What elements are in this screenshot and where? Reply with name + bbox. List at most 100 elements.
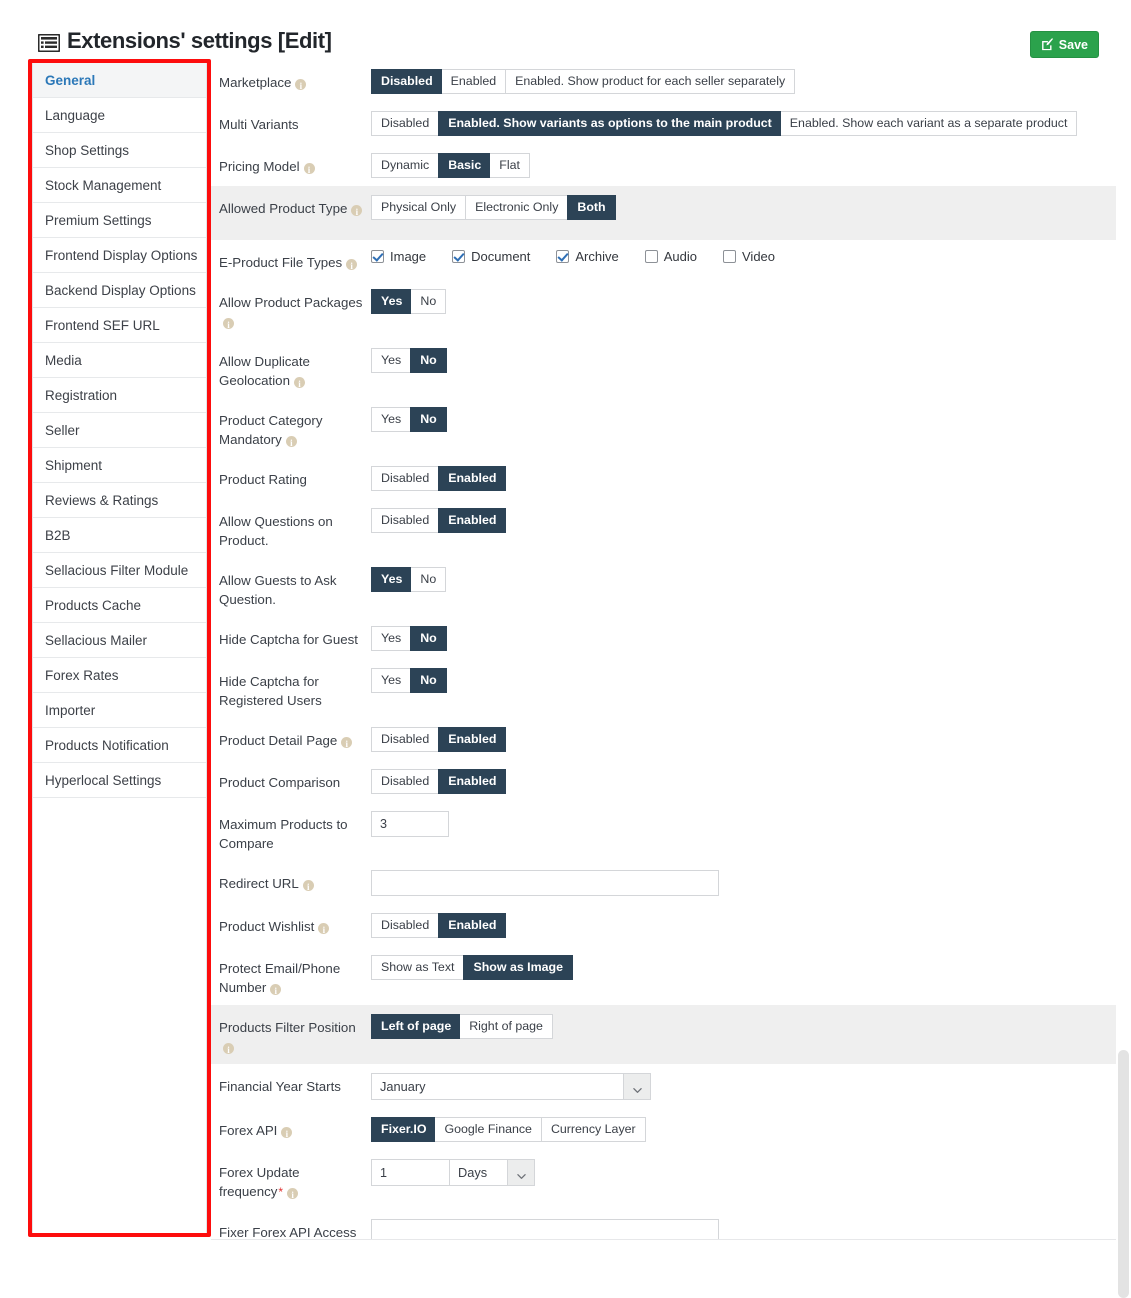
sidebar-item-stock-management[interactable]: Stock Management [33,168,206,203]
sidebar-item-frontend-display-options[interactable]: Frontend Display Options [33,238,206,273]
option-no[interactable]: No [411,567,447,592]
checkbox-audio[interactable] [644,250,658,263]
info-icon[interactable] [303,161,315,180]
info-icon[interactable] [281,1125,293,1144]
input-maximum-products-to-compare[interactable] [371,811,449,837]
checkbox-item-video[interactable]: Video [723,249,775,264]
option-enabled[interactable]: Enabled [438,913,507,938]
option-yes[interactable]: Yes [371,289,412,314]
sidebar-item-language[interactable]: Language [33,98,206,133]
option-enabled-show-each-variant-as-a-separate-product[interactable]: Enabled. Show each variant as a separate… [780,111,1078,136]
vertical-scrollbar-thumb[interactable] [1118,1050,1129,1298]
sidebar-item-importer[interactable]: Importer [33,693,206,728]
option-right-of-page[interactable]: Right of page [460,1014,553,1039]
option-enabled[interactable]: Enabled [438,769,507,794]
option-show-as-text[interactable]: Show as Text [371,955,464,980]
form-row-e-product-file-types: E-Product File Types Image Document Archive… [211,240,1119,280]
sidebar-item-general[interactable]: General [33,63,206,98]
sidebar-item-premium-settings[interactable]: Premium Settings [33,203,206,238]
unit-select-caret-button[interactable] [507,1159,535,1186]
option-enabled[interactable]: Enabled [438,508,507,533]
info-icon[interactable] [285,434,297,453]
option-flat[interactable]: Flat [490,153,530,178]
info-icon[interactable] [318,921,330,940]
sidebar-item-label: Frontend SEF URL [45,318,160,333]
option-disabled[interactable]: Disabled [371,913,439,938]
option-yes[interactable]: Yes [371,407,411,432]
option-show-as-image[interactable]: Show as Image [463,955,573,980]
option-currency-layer[interactable]: Currency Layer [540,1117,646,1142]
checkbox-item-document[interactable]: Document [452,249,530,264]
sidebar-item-products-cache[interactable]: Products Cache [33,588,206,623]
input-redirect-url[interactable] [371,870,719,896]
sidebar-item-sellacious-mailer[interactable]: Sellacious Mailer [33,623,206,658]
option-yes[interactable]: Yes [371,567,412,592]
option-both[interactable]: Both [567,195,616,220]
checkbox-item-image[interactable]: Image [371,249,426,264]
option-no[interactable]: No [411,289,447,314]
option-enabled-show-variants-as-options-to-the-main-pro[interactable]: Enabled. Show variants as options to the… [438,111,781,136]
option-enabled[interactable]: Enabled [441,69,506,94]
info-icon[interactable] [341,735,353,754]
checkbox-image[interactable] [371,250,384,263]
option-enabled-show-product-for-each-seller-separately[interactable]: Enabled. Show product for each seller se… [505,69,796,94]
option-yes[interactable]: Yes [371,668,411,693]
info-icon[interactable] [270,982,282,1001]
sidebar-item-seller[interactable]: Seller [33,413,206,448]
info-icon[interactable] [223,1041,234,1060]
sidebar-item-registration[interactable]: Registration [33,378,206,413]
checkbox-item-archive[interactable]: Archive [556,249,619,264]
sidebar-item-shop-settings[interactable]: Shop Settings [33,133,206,168]
select-caret-button[interactable] [623,1073,651,1100]
option-yes[interactable]: Yes [371,348,411,373]
option-disabled[interactable]: Disabled [371,69,442,94]
checkbox-video[interactable] [723,250,736,263]
sidebar-item-frontend-sef-url[interactable]: Frontend SEF URL [33,308,206,343]
option-basic[interactable]: Basic [438,153,491,178]
info-icon[interactable] [287,1186,299,1205]
sidebar-item-shipment[interactable]: Shipment [33,448,206,483]
info-icon[interactable] [293,375,305,394]
option-no[interactable]: No [410,407,447,432]
sidebar-item-forex-rates[interactable]: Forex Rates [33,658,206,693]
option-disabled[interactable]: Disabled [371,727,439,752]
info-icon[interactable] [351,203,363,222]
vertical-scrollbar-track[interactable] [1116,60,1131,1298]
option-fixer-io[interactable]: Fixer.IO [371,1117,436,1142]
sidebar-item-hyperlocal-settings[interactable]: Hyperlocal Settings [33,763,206,798]
row-control: Disabled Enabled Enabled. Show product for… [371,68,1119,94]
option-enabled[interactable]: Enabled [438,466,507,491]
option-electronic-only[interactable]: Electronic Only [465,195,568,220]
checkbox-item-audio[interactable]: Audio [644,249,697,264]
sidebar-item-sellacious-filter-module[interactable]: Sellacious Filter Module [33,553,206,588]
option-google-finance[interactable]: Google Finance [435,1117,541,1142]
option-enabled[interactable]: Enabled [438,727,507,752]
sidebar-item-reviews-ratings[interactable]: Reviews & Ratings [33,483,206,518]
select-financial-year-starts[interactable]: January [371,1073,651,1100]
info-icon[interactable] [223,316,234,335]
sidebar-item-backend-display-options[interactable]: Backend Display Options [33,273,206,308]
option-yes[interactable]: Yes [371,626,411,651]
option-no[interactable]: No [410,348,447,373]
info-icon[interactable] [295,77,307,96]
option-disabled[interactable]: Disabled [371,111,439,136]
checkbox-archive[interactable] [556,250,570,263]
checkbox-document[interactable] [452,250,466,263]
option-disabled[interactable]: Disabled [371,508,439,533]
list-table-icon [37,32,61,53]
save-button[interactable]: Save [1029,31,1099,58]
sidebar-item-b2b[interactable]: B2B [33,518,206,553]
option-dynamic[interactable]: Dynamic [371,153,439,178]
option-physical-only[interactable]: Physical Only [371,195,466,220]
info-icon[interactable] [302,878,314,897]
option-disabled[interactable]: Disabled [371,466,439,491]
sidebar-item-products-notification[interactable]: Products Notification [33,728,206,763]
input-forex-update-frequency[interactable] [371,1159,449,1186]
option-disabled[interactable]: Disabled [371,769,439,794]
option-left-of-page[interactable]: Left of page [371,1014,461,1039]
option-no[interactable]: No [410,668,447,693]
option-no[interactable]: No [410,626,447,651]
info-icon[interactable] [346,257,358,276]
sidebar-item-media[interactable]: Media [33,343,206,378]
input-fixer-forex-api-access-key[interactable] [371,1219,719,1240]
